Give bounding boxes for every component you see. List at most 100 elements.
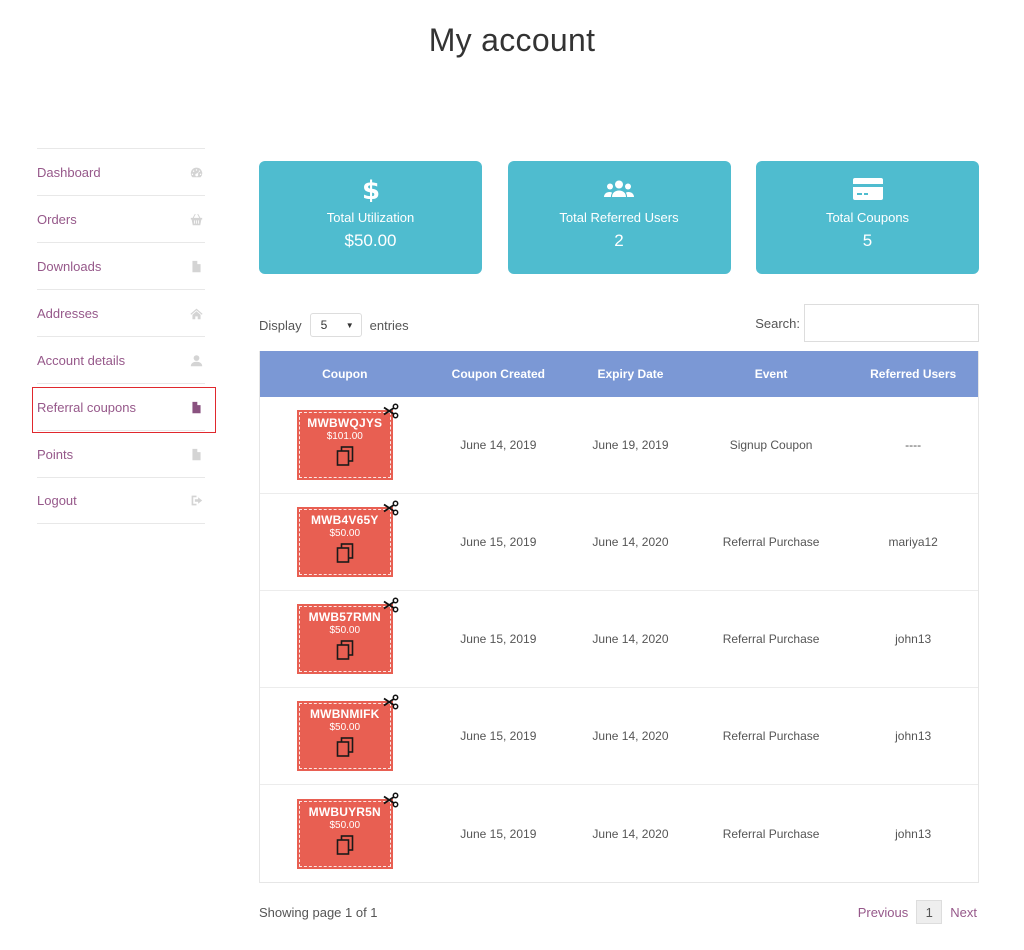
user-icon (189, 353, 203, 367)
coupon-amount: $101.00 (326, 431, 363, 442)
stat-value: $50.00 (344, 231, 397, 250)
stat-label: Total Coupons (825, 210, 910, 225)
svg-text:$: $ (362, 176, 380, 202)
entries-select[interactable]: 5 ▼ (309, 313, 362, 337)
coupon-card: MWBWQJYS $101.00 (296, 403, 399, 480)
table-row: MWB4V65Y $50.00 June 15, 2019 June 14, 2… (260, 494, 978, 591)
coupon-cell: MWBNMIFK $50.00 (260, 694, 430, 771)
copy-icon[interactable] (336, 640, 354, 660)
coupon-code: MWB57RMN (308, 610, 381, 624)
file-icon (189, 400, 203, 414)
cell-referred-users: ---- (905, 438, 922, 452)
sidebar-item-label: Addresses (37, 305, 99, 321)
sidebar-item-label: Account details (37, 352, 126, 368)
coupon-card: MWB57RMN $50.00 (296, 597, 399, 674)
stat-label: Total Utilization (326, 210, 415, 225)
table-search: Search: (755, 304, 979, 342)
table-row: MWBUYR5N $50.00 June 15, 2019 June 14, 2… (260, 785, 978, 882)
logout-icon (189, 494, 203, 508)
cell-coupon-created: June 15, 2019 (460, 535, 537, 549)
cell-expiry-date: June 14, 2020 (592, 729, 669, 743)
file-icon (189, 447, 203, 461)
sidebar-item-dashboard[interactable]: Dashboard (37, 148, 205, 195)
column-header-coupon-created[interactable]: Coupon Created (430, 367, 568, 381)
next-page-button[interactable]: Next (950, 905, 977, 920)
coupon-code: MWBWQJYS (307, 416, 383, 430)
coupon-card: MWB4V65Y $50.00 (296, 500, 399, 577)
dollar-icon: $ (362, 175, 380, 203)
cell-referred-users: mariya12 (888, 535, 938, 549)
sidebar-item-label: Points (37, 446, 74, 462)
table-row: MWB57RMN $50.00 June 15, 2019 June 14, 2… (260, 591, 978, 688)
column-header-coupon[interactable]: Coupon (260, 367, 430, 381)
sidebar-item-referral-coupons[interactable]: Referral coupons (37, 383, 205, 430)
cell-event: Referral Purchase (722, 535, 820, 549)
previous-page-button[interactable]: Previous (858, 905, 909, 920)
credit-card-icon (852, 175, 883, 203)
table-row: MWBNMIFK $50.00 June 15, 2019 June 14, 2… (260, 688, 978, 785)
cell-expiry-date: June 14, 2020 (592, 632, 669, 646)
sidebar-item-orders[interactable]: Orders (37, 195, 205, 242)
referral-coupons-table: Coupon Coupon Created Expiry Date Event … (259, 351, 979, 883)
column-header-event[interactable]: Event (694, 367, 849, 381)
sidebar-item-addresses[interactable]: Addresses (37, 289, 205, 336)
copy-icon[interactable] (336, 446, 354, 466)
coupon-code: MWBNMIFK (309, 707, 380, 721)
dashboard-icon (189, 165, 203, 179)
coupon-cell: MWBWQJYS $101.00 (260, 403, 430, 480)
stat-label: Total Referred Users (559, 210, 679, 225)
coupon-amount: $50.00 (329, 722, 361, 733)
column-header-expiry-date[interactable]: Expiry Date (567, 367, 694, 381)
page-button-1[interactable]: 1 (916, 900, 943, 924)
account-navigation: Dashboard Orders Downloads Addresses Acc… (37, 148, 205, 524)
caret-down-icon: ▼ (345, 320, 354, 330)
cell-referred-users: john13 (895, 632, 932, 646)
coupon-card: MWBNMIFK $50.00 (296, 694, 399, 771)
sidebar-item-label: Dashboard (37, 164, 101, 180)
coupon-card: MWBUYR5N $50.00 (296, 792, 399, 869)
coupon-code: MWB4V65Y (310, 513, 379, 527)
column-header-referred-users[interactable]: Referred Users (848, 367, 978, 381)
stats-cards: $ Total Utilization $50.00 Total Referre… (259, 161, 979, 274)
table-header: Coupon Coupon Created Expiry Date Event … (260, 351, 978, 397)
page-title: My account (428, 22, 596, 58)
coupon-amount: $50.00 (329, 819, 361, 831)
copy-icon[interactable] (336, 543, 354, 563)
entries-length-control: Display 5 ▼ entries (259, 313, 409, 337)
cell-expiry-date: June 14, 2020 (592, 826, 669, 841)
scissors-icon (383, 694, 399, 710)
scissors-icon (383, 597, 399, 613)
scissors-icon (383, 792, 399, 807)
cell-referred-users: john13 (895, 729, 932, 743)
basket-icon (189, 212, 203, 226)
table-row: MWBWQJYS $101.00 June 14, 2019 June 19, … (260, 397, 978, 494)
sidebar-item-account-details[interactable]: Account details (37, 336, 205, 383)
scissors-icon (383, 500, 399, 516)
scissors-icon (383, 403, 399, 419)
users-icon (604, 175, 634, 203)
sidebar-item-downloads[interactable]: Downloads (37, 242, 205, 289)
sidebar-item-logout[interactable]: Logout (37, 477, 205, 524)
cell-expiry-date: June 14, 2020 (592, 535, 669, 549)
sidebar-item-label: Referral coupons (37, 399, 136, 415)
search-input[interactable] (804, 304, 979, 342)
copy-icon[interactable] (336, 737, 354, 757)
table-info: Showing page 1 of 1 (259, 905, 378, 920)
copy-icon[interactable] (336, 834, 354, 855)
coupon-amount: $50.00 (329, 528, 361, 539)
stat-value: 2 (614, 231, 624, 250)
file-icon (189, 259, 203, 273)
sidebar-item-points[interactable]: Points (37, 430, 205, 477)
entries-select-value: 5 (320, 318, 328, 332)
cell-coupon-created: June 15, 2019 (460, 632, 537, 646)
coupon-code: MWBUYR5N (308, 804, 381, 819)
entries-label: entries (369, 317, 409, 333)
sidebar-item-label: Downloads (37, 258, 102, 274)
cell-expiry-date: June 19, 2019 (592, 438, 669, 452)
coupon-amount: $50.00 (329, 625, 361, 636)
cell-coupon-created: June 15, 2019 (460, 826, 537, 841)
coupon-cell: MWBUYR5N $50.00 (260, 792, 430, 869)
stat-card-total-referred-users: Total Referred Users 2 (507, 161, 731, 274)
home-icon (189, 306, 203, 320)
cell-coupon-created: June 15, 2019 (460, 729, 537, 743)
